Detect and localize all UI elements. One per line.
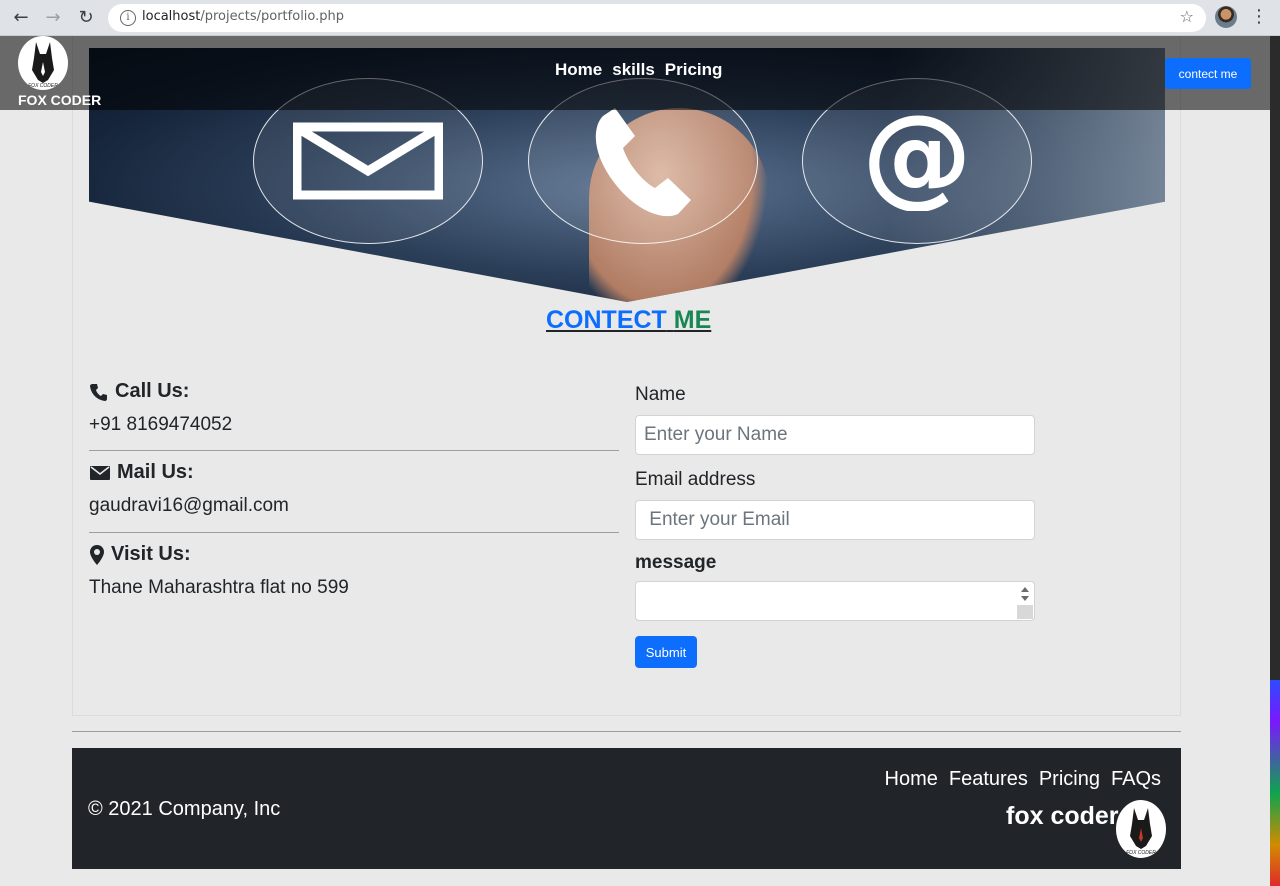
name-label: Name bbox=[635, 384, 686, 405]
mail-label: Mail Us: bbox=[117, 461, 194, 483]
nav-link-home[interactable]: Home bbox=[555, 60, 602, 80]
nav-link-skills[interactable]: skills bbox=[612, 60, 655, 80]
footer-logo: FOX CODER bbox=[1116, 800, 1166, 858]
contact-me-button[interactable]: contect me bbox=[1165, 58, 1251, 89]
footer-links: Home Features Pricing FAQs bbox=[885, 768, 1161, 791]
contact-title-part1: CONTECT bbox=[546, 306, 667, 334]
nav-link-pricing[interactable]: Pricing bbox=[665, 60, 723, 80]
nav-links: Home skills Pricing bbox=[555, 60, 722, 80]
name-input[interactable] bbox=[635, 415, 1035, 455]
back-icon[interactable]: ← bbox=[9, 6, 33, 30]
footer-brand: fox coder bbox=[1006, 802, 1119, 830]
copyright-text: © 2021 Company, Inc bbox=[88, 798, 281, 820]
mail-heading: Mail Us: bbox=[89, 461, 194, 484]
contact-title-part2: ME bbox=[673, 306, 712, 334]
divider bbox=[89, 532, 619, 533]
svg-text:FOX CODER: FOX CODER bbox=[1126, 850, 1156, 856]
footer-link-home[interactable]: Home bbox=[885, 768, 938, 791]
envelope-icon bbox=[90, 465, 110, 480]
info-icon[interactable]: i bbox=[120, 10, 136, 26]
visit-label: Visit Us: bbox=[111, 543, 191, 565]
call-value: +91 8169474052 bbox=[89, 414, 233, 435]
profile-avatar[interactable] bbox=[1215, 6, 1237, 28]
phone-icon bbox=[90, 383, 107, 401]
call-heading: Call Us: bbox=[89, 380, 189, 403]
svg-text:@: @ bbox=[862, 111, 972, 211]
message-textarea[interactable] bbox=[635, 581, 1035, 621]
visit-heading: Visit Us: bbox=[89, 543, 191, 566]
scrollbar-thumb[interactable] bbox=[1270, 680, 1280, 886]
reload-icon[interactable]: ↻ bbox=[74, 6, 98, 30]
submit-button[interactable]: Submit bbox=[635, 636, 697, 668]
call-label: Call Us: bbox=[115, 380, 190, 402]
footer-divider bbox=[72, 731, 1181, 732]
mail-value: gaudravi16@gmail.com bbox=[89, 495, 289, 516]
map-marker-icon bbox=[90, 544, 104, 565]
star-icon[interactable]: ☆ bbox=[1180, 7, 1194, 26]
resize-handle[interactable] bbox=[1017, 605, 1033, 619]
brand-name[interactable]: FOX CODER bbox=[18, 92, 101, 108]
url-text: localhost/projects/portfolio.php bbox=[142, 9, 345, 24]
message-label: message bbox=[635, 552, 717, 573]
visit-value: Thane Maharashtra flat no 599 bbox=[89, 577, 349, 598]
email-input[interactable] bbox=[635, 500, 1035, 540]
footer-link-faqs[interactable]: FAQs bbox=[1111, 768, 1161, 791]
forward-icon[interactable]: → bbox=[41, 6, 65, 30]
email-label: Email address bbox=[635, 469, 756, 490]
browser-toolbar: ← → ↻ i localhost/projects/portfolio.php… bbox=[0, 0, 1280, 36]
footer-link-pricing[interactable]: Pricing bbox=[1039, 768, 1100, 791]
brand-logo[interactable]: FOX CODER bbox=[18, 36, 68, 90]
address-bar[interactable]: i localhost/projects/portfolio.php ☆ bbox=[108, 4, 1206, 32]
contact-title[interactable]: CONTECT ME bbox=[546, 306, 711, 335]
divider bbox=[89, 450, 619, 451]
footer-link-features[interactable]: Features bbox=[949, 768, 1028, 791]
kebab-menu-icon[interactable]: ⋮ bbox=[1250, 6, 1268, 30]
spinner-arrows-icon[interactable] bbox=[1018, 584, 1032, 604]
